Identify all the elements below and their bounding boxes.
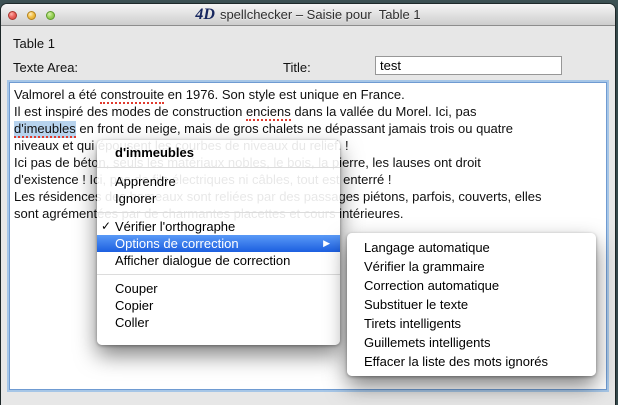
- submenu-item[interactable]: Langage automatique: [347, 238, 596, 257]
- minimize-button[interactable]: [27, 11, 36, 20]
- menu-item[interactable]: Copier: [97, 297, 340, 314]
- window-title: spellchecker – Saisie pour Table 1: [220, 7, 421, 22]
- menu-item[interactable]: ✓ Vérifier l'orthographe: [97, 218, 340, 235]
- misspelled-word: enciens: [246, 104, 291, 121]
- submenu-arrow-icon: ▶: [323, 235, 330, 252]
- titlebar: 4D spellchecker – Saisie pour Table 1: [1, 4, 615, 26]
- menu-item[interactable]: Apprendre: [97, 173, 340, 190]
- text-line: d'imeubles en front de neige, mais de gr…: [14, 120, 602, 137]
- window-controls: [8, 11, 55, 20]
- menu-item-label: Apprendre: [115, 174, 176, 189]
- menu-separator: [97, 212, 340, 213]
- context-menu: d'immeubles Apprendre Ignorer ✓ Vérifier l'o…: [97, 140, 340, 345]
- menu-item-label: Ignorer: [115, 191, 156, 206]
- texte-area-label: Texte Area:: [13, 60, 78, 75]
- submenu-item[interactable]: Effacer la liste des mots ignorés: [347, 352, 596, 371]
- text-line: Il est inspiré des modes de construction…: [14, 103, 602, 120]
- menu-item[interactable]: Ignorer: [97, 190, 340, 207]
- text-line: Valmorel a été constrouite en 1976. Son …: [14, 86, 602, 103]
- menu-separator: [97, 274, 340, 275]
- submenu-item[interactable]: Vérifier la grammaire: [347, 257, 596, 276]
- title-label: Title:: [283, 60, 311, 75]
- submenu: Langage automatiqueVérifier la grammaire…: [347, 233, 596, 376]
- desktop: { "window": { "logo": "4D", "title": "sp…: [0, 0, 618, 405]
- window-title-area: 4D spellchecker – Saisie pour Table 1: [61, 4, 555, 25]
- menu-item[interactable]: Coller: [97, 314, 340, 331]
- menu-item[interactable]: Options de correction ▶: [97, 235, 340, 252]
- submenu-item[interactable]: Substituer le texte: [347, 295, 596, 314]
- checkmark-icon: ✓: [101, 218, 111, 235]
- misspelled-word: constrouite: [100, 87, 164, 104]
- selected-misspelled-word: d'imeubles: [14, 121, 76, 138]
- menu-suggestion-item[interactable]: d'immeubles: [97, 144, 340, 162]
- menu-item-label: Couper: [115, 281, 158, 296]
- text-segment: dans la vallée du Morel. Ici, pas: [291, 104, 477, 119]
- spellchecker-window: 4D spellchecker – Saisie pour Table 1 Ta…: [1, 4, 615, 405]
- menu-item[interactable]: Afficher dialogue de correction: [97, 252, 340, 269]
- menu-item-label: Options de correction: [115, 236, 239, 251]
- menu-item-label: Coller: [115, 315, 149, 330]
- text-segment: en 1976. Son style est unique en France.: [164, 87, 405, 102]
- submenu-item[interactable]: Tirets intelligents: [347, 314, 596, 333]
- text-segment: Valmorel a été: [14, 87, 100, 102]
- zoom-button[interactable]: [46, 11, 55, 20]
- 4d-logo-icon: 4D: [195, 7, 215, 23]
- submenu-item[interactable]: Guillemets intelligents: [347, 333, 596, 352]
- menu-item[interactable]: Couper: [97, 280, 340, 297]
- close-button[interactable]: [8, 11, 17, 20]
- submenu-item[interactable]: Correction automatique: [347, 276, 596, 295]
- menu-item-label: Vérifier l'orthographe: [115, 219, 235, 234]
- text-segment: Il est inspiré des modes de construction: [14, 104, 246, 119]
- menu-item-label: Copier: [115, 298, 153, 313]
- menu-separator: [97, 167, 340, 168]
- text-segment: en front de neige, mais de gros chalets …: [76, 121, 513, 136]
- table-label: Table 1: [13, 36, 55, 51]
- menu-item-label: d'immeubles: [115, 145, 194, 160]
- menu-item-label: Afficher dialogue de correction: [115, 253, 290, 268]
- title-input[interactable]: [375, 56, 562, 75]
